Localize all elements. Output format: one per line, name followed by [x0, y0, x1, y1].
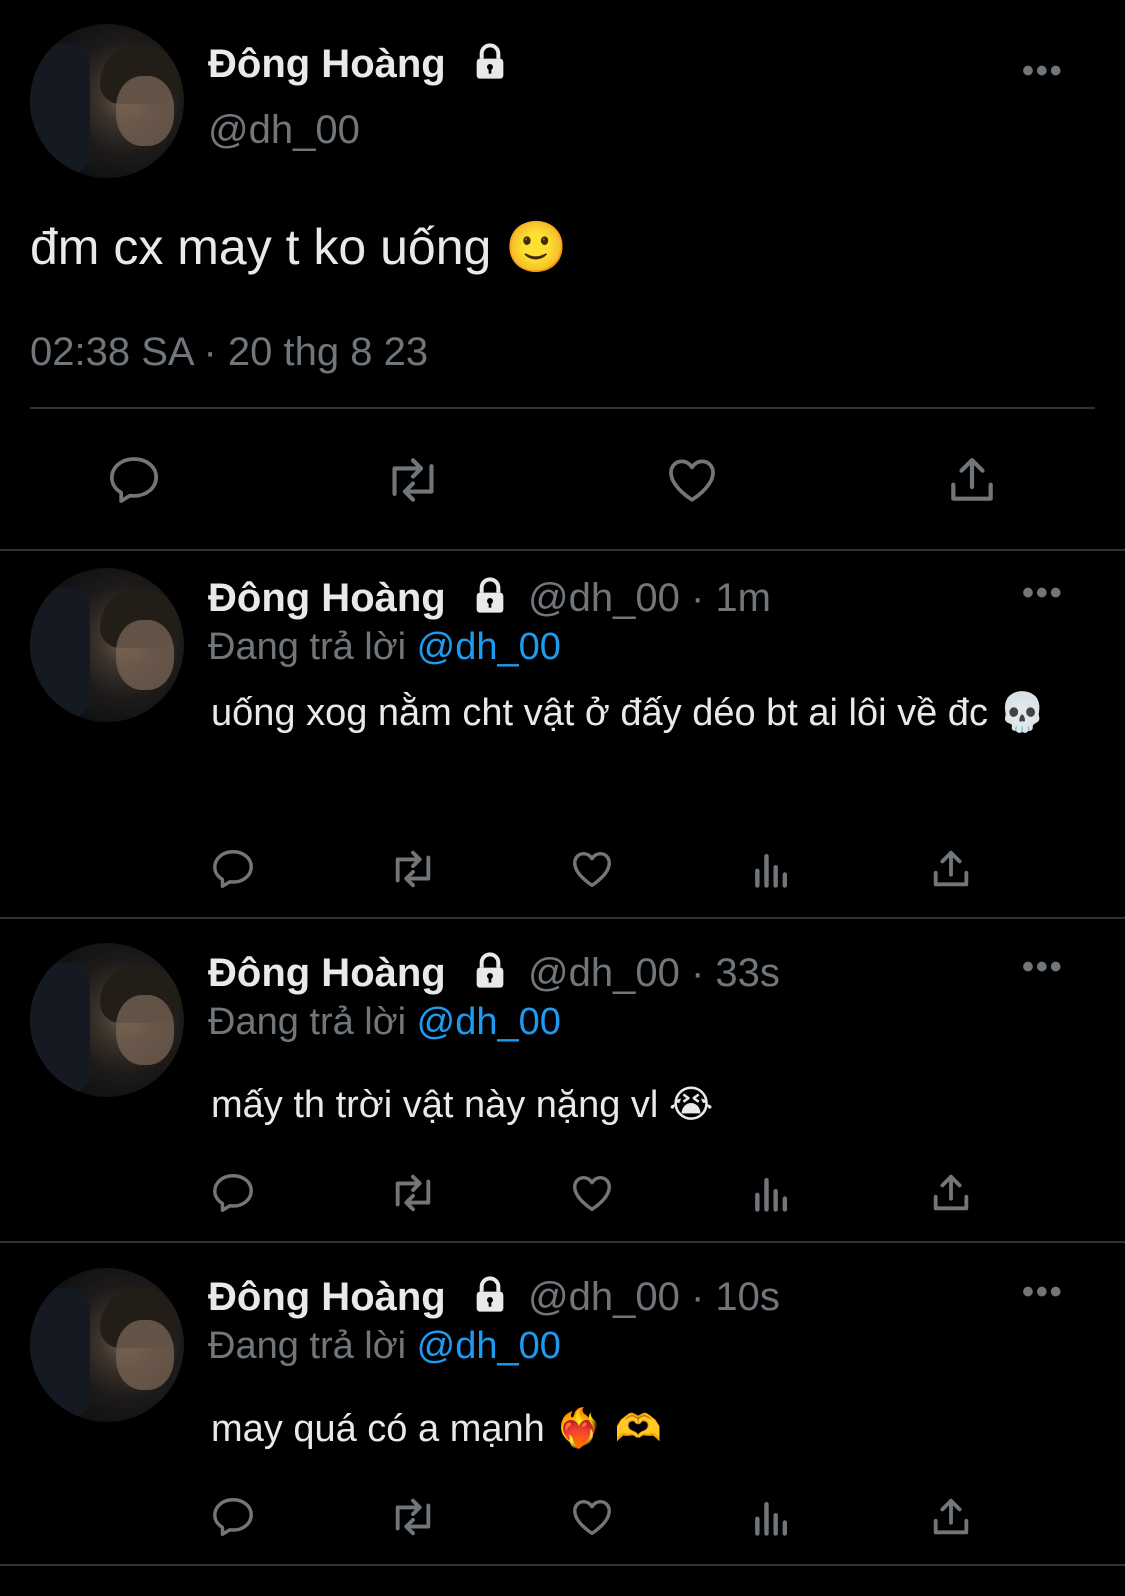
avatar[interactable]	[30, 1268, 184, 1422]
avatar[interactable]	[30, 568, 184, 722]
tweet-text: đm cx may t ko uống 🙂	[30, 218, 567, 277]
lock-icon	[476, 43, 504, 79]
retweet-icon[interactable]	[388, 846, 438, 892]
reply-icon[interactable]	[210, 846, 256, 892]
lock-icon	[476, 952, 504, 988]
lock-icon	[476, 577, 504, 613]
retweet-icon[interactable]	[388, 1170, 438, 1216]
divider	[30, 407, 1095, 409]
share-icon[interactable]	[928, 1170, 974, 1216]
reply-icon[interactable]	[210, 1494, 256, 1540]
more-options-button[interactable]: •••	[1022, 948, 1064, 987]
more-options-button[interactable]: •••	[1022, 52, 1064, 91]
heart-icon[interactable]	[569, 1170, 615, 1216]
replying-to: Đang trả lời @dh_00	[208, 1325, 561, 1368]
avatar[interactable]	[30, 943, 184, 1097]
share-icon[interactable]	[928, 846, 974, 892]
handle-time[interactable]: @dh_00 · 1m	[528, 576, 771, 621]
more-options-button[interactable]: •••	[1022, 574, 1064, 613]
tweet-text-content: đm cx may t ko uống	[30, 219, 492, 275]
more-options-button[interactable]: •••	[1022, 1273, 1064, 1312]
handle[interactable]: @dh_00	[208, 108, 360, 153]
replying-label: Đang trả lời	[208, 1325, 407, 1367]
mention-link[interactable]: @dh_00	[417, 626, 561, 668]
smile-emoji: 🙂	[505, 218, 568, 276]
heart-icon[interactable]	[569, 1494, 615, 1540]
heart-icon[interactable]	[664, 452, 720, 508]
display-name[interactable]: Đông Hoàng	[208, 951, 446, 996]
views-icon[interactable]	[750, 1170, 794, 1216]
tweet-text: may quá có a mạnh ❤️‍🔥 🫶	[211, 1396, 1081, 1461]
heart-icon[interactable]	[569, 846, 615, 892]
divider	[0, 549, 1125, 551]
tweet-text-content: mấy th trời vật này nặng vl	[211, 1084, 659, 1126]
replying-label: Đang trả lời	[208, 1001, 407, 1043]
display-name[interactable]: Đông Hoàng	[208, 1275, 446, 1320]
reply-icon[interactable]	[106, 452, 162, 508]
share-icon[interactable]	[928, 1494, 974, 1540]
mention-link[interactable]: @dh_00	[417, 1325, 561, 1367]
display-name[interactable]: Đông Hoàng	[208, 576, 446, 621]
skull-emoji: 💀	[998, 690, 1046, 734]
tweet-text: uống xog nằm cht vật ở đấy déo bt ai lôi…	[211, 680, 1081, 745]
views-icon[interactable]	[750, 846, 794, 892]
retweet-icon[interactable]	[388, 1494, 438, 1540]
tweet-text-content: may quá có a mạnh	[211, 1408, 545, 1450]
handle-time[interactable]: @dh_00 · 10s	[528, 1275, 780, 1320]
views-icon[interactable]	[750, 1494, 794, 1540]
divider	[0, 917, 1125, 919]
handle-time[interactable]: @dh_00 · 33s	[528, 951, 780, 996]
reply-icon[interactable]	[210, 1170, 256, 1216]
share-icon[interactable]	[944, 452, 1000, 508]
divider	[0, 1241, 1125, 1243]
timestamp[interactable]: 02:38 SA · 20 thg 8 23	[30, 330, 428, 375]
mention-link[interactable]: @dh_00	[417, 1001, 561, 1043]
replying-to: Đang trả lời @dh_00	[208, 626, 561, 669]
display-name[interactable]: Đông Hoàng	[208, 42, 446, 87]
retweet-icon[interactable]	[383, 452, 443, 508]
replying-label: Đang trả lời	[208, 626, 407, 668]
replying-to: Đang trả lời @dh_00	[208, 1001, 561, 1044]
tweet-text-content: uống xog nằm cht vật ở đấy déo bt ai lôi…	[211, 692, 988, 734]
heart-hands-emoji: ❤️‍🔥 🫶	[555, 1406, 663, 1450]
tweet-text: mấy th trời vật này nặng vl 😭	[211, 1072, 1081, 1137]
lock-icon	[476, 1276, 504, 1312]
crying-emoji: 😭	[668, 1082, 714, 1126]
divider	[0, 1564, 1125, 1566]
avatar[interactable]	[30, 24, 184, 178]
